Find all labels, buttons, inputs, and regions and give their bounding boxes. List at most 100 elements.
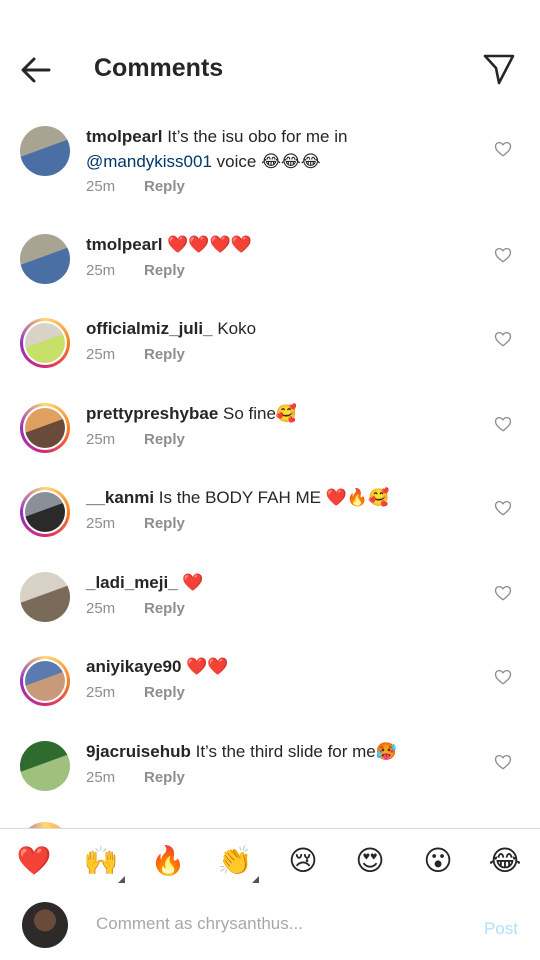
comment-username[interactable]: aniyikaye90 [86, 657, 181, 676]
clapping-hands-icon[interactable]: 👏 [217, 843, 259, 883]
comment-body: It’s the isu obo for me in [162, 127, 348, 146]
like-heart-icon[interactable] [494, 668, 512, 686]
comment-item: _ladi_meji_ ❤️ 25m Reply [0, 570, 540, 654]
current-user-avatar [22, 902, 68, 948]
reaction-emoji: 😍 [355, 845, 385, 876]
comment-timestamp: 25m [86, 262, 116, 279]
comment-composer: Post [0, 893, 540, 960]
comment-body: ❤️❤️ [181, 657, 229, 676]
reply-button[interactable]: Reply [144, 600, 185, 617]
comment-meta: 25m Reply [86, 684, 185, 701]
commenter-avatar[interactable] [20, 234, 70, 284]
commenter-avatar[interactable] [20, 487, 70, 537]
comment-username[interactable]: __kanmi [86, 488, 154, 507]
comment-text: __kanmi Is the BODY FAH ME ❤️🔥🥰 [86, 485, 476, 510]
like-heart-icon[interactable] [494, 246, 512, 264]
comment-input[interactable] [94, 913, 458, 935]
comment-body: It’s the third slide for me🥵 [190, 742, 397, 761]
page-title: Comments [94, 54, 224, 82]
reaction-emoji: ❤️ [16, 845, 52, 876]
comment-timestamp: 25m [86, 346, 116, 363]
like-heart-icon[interactable] [494, 499, 512, 517]
quick-reactions-bar: ❤️ 🙌 🔥 👏 😢 😍 😮 😂 [0, 828, 540, 894]
comment-body: ❤️❤️❤️❤️ [162, 235, 252, 254]
back-button[interactable] [18, 52, 54, 88]
comment-item: aniyikaye90 ❤️❤️ 25m Reply [0, 654, 540, 738]
like-heart-icon[interactable] [494, 330, 512, 348]
comment-text: prettypreshybae So fine🥰 [86, 401, 476, 426]
comment-timestamp: 25m [86, 515, 116, 532]
comment-body-continued: voice 😂😂😂 [211, 152, 321, 171]
comment-text: tmolpearl ❤️❤️❤️❤️ [86, 232, 476, 257]
comment-meta: 25m Reply [86, 431, 185, 448]
reply-button[interactable]: Reply [144, 684, 185, 701]
tears-of-joy-icon[interactable]: 😂 [487, 843, 523, 879]
comment-text: tmolpearl It’s the isu obo for me in @man… [86, 124, 476, 174]
surprised-face-icon[interactable]: 😮 [420, 843, 456, 879]
commenter-avatar[interactable] [20, 403, 70, 453]
comment-mention-link[interactable]: @mandykiss001 [86, 152, 212, 171]
reaction-emoji: 😢 [288, 845, 318, 876]
paper-plane-icon [483, 54, 515, 85]
comment-username[interactable]: 9jacruisehub [86, 742, 191, 761]
like-heart-icon[interactable] [494, 415, 512, 433]
red-heart-icon[interactable]: ❤️ [16, 843, 52, 879]
comment-text: 9jacruisehub It’s the third slide for me… [86, 739, 476, 764]
like-heart-icon[interactable] [494, 584, 512, 602]
comment-text: _ladi_meji_ ❤️ [86, 570, 476, 595]
comment-username[interactable]: officialmiz_juli_ [86, 319, 213, 338]
commenter-avatar[interactable] [20, 572, 70, 622]
fire-icon[interactable]: 🔥 [150, 843, 186, 879]
reaction-emoji: 😮 [423, 845, 453, 876]
arrow-left-icon [21, 57, 51, 83]
comment-meta: 25m Reply [86, 600, 185, 617]
commenter-avatar[interactable] [20, 318, 70, 368]
commenter-avatar[interactable] [20, 741, 70, 791]
reply-button[interactable]: Reply [144, 262, 185, 279]
post-button[interactable]: Post [484, 919, 518, 939]
comment-username[interactable]: tmolpearl [86, 235, 163, 254]
comment-username[interactable]: _ladi_meji_ [86, 573, 178, 592]
heart-eyes-icon[interactable]: 😍 [352, 843, 388, 879]
comment-username[interactable]: prettypreshybae [86, 404, 218, 423]
skin-tone-variants-indicator [252, 876, 259, 883]
reply-button[interactable]: Reply [144, 431, 185, 448]
comment-timestamp: 25m [86, 769, 116, 786]
comment-timestamp: 25m [86, 431, 116, 448]
reaction-emoji: 👏 [217, 845, 253, 876]
reaction-emoji: 🔥 [150, 845, 186, 876]
comment-meta: 25m Reply [86, 178, 185, 195]
comment-text: aniyikaye90 ❤️❤️ [86, 654, 476, 679]
reply-button[interactable]: Reply [144, 769, 185, 786]
comment-body: ❤️ [177, 573, 204, 592]
raising-hands-icon[interactable]: 🙌 [83, 843, 125, 883]
comment-timestamp: 25m [86, 684, 116, 701]
comment-timestamp: 25m [86, 178, 116, 195]
comment-meta: 25m Reply [86, 515, 185, 532]
comment-body: Koko [212, 319, 257, 338]
commenter-avatar[interactable] [20, 656, 70, 706]
comment-item: tmolpearl It’s the isu obo for me in @man… [0, 124, 540, 208]
comment-text: officialmiz_juli_ Koko [86, 316, 476, 341]
comments-header: Comments [0, 0, 540, 120]
reply-button[interactable]: Reply [144, 515, 185, 532]
like-heart-icon[interactable] [494, 753, 512, 771]
comment-timestamp: 25m [86, 600, 116, 617]
reaction-emoji: 😂 [488, 845, 522, 876]
commenter-avatar[interactable] [20, 126, 70, 176]
comment-item: prettypreshybae So fine🥰 25m Reply [0, 401, 540, 485]
comment-item: officialmiz_juli_ Koko 25m Reply [0, 316, 540, 400]
comment-item: __kanmi Is the BODY FAH ME ❤️🔥🥰 25m Reply [0, 485, 540, 569]
comment-username[interactable]: tmolpearl [86, 127, 163, 146]
comment-meta: 25m Reply [86, 346, 185, 363]
reaction-emoji: 🙌 [83, 845, 119, 876]
crying-face-icon[interactable]: 😢 [285, 843, 321, 879]
comment-meta: 25m Reply [86, 262, 185, 279]
comment-body: Is the BODY FAH ME ❤️🔥🥰 [154, 488, 390, 507]
share-button[interactable] [482, 52, 516, 86]
like-heart-icon[interactable] [494, 140, 512, 158]
reply-button[interactable]: Reply [144, 178, 185, 195]
comment-item: 9jacruisehub It’s the third slide for me… [0, 739, 540, 823]
comment-body: So fine🥰 [218, 404, 298, 423]
reply-button[interactable]: Reply [144, 346, 185, 363]
